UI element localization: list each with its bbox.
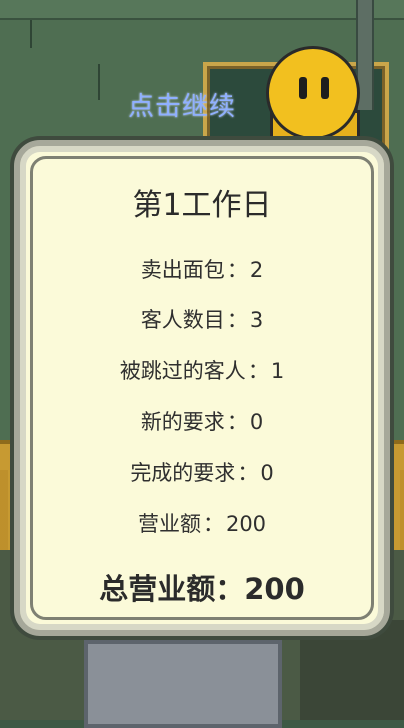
stat-separator: ： bbox=[226, 258, 248, 282]
total-value: 200 bbox=[244, 572, 305, 606]
wall-crack bbox=[30, 20, 32, 48]
right-eye-icon bbox=[321, 77, 329, 99]
stat-value: 1 bbox=[270, 359, 285, 383]
total-revenue: 总营业额：200 bbox=[20, 566, 384, 608]
day-title: 第1工作日 bbox=[132, 188, 272, 223]
stat-label: 客人数目 bbox=[140, 308, 225, 332]
stat-value: 0 bbox=[260, 461, 274, 485]
tap-to-continue-prompt[interactable]: 点击继续 bbox=[128, 86, 278, 122]
panel-border bbox=[30, 156, 374, 620]
total-separator: ： bbox=[215, 572, 245, 606]
stat-separator: ： bbox=[226, 410, 248, 434]
left-eye-icon bbox=[299, 77, 307, 99]
stat-separator: ： bbox=[202, 512, 224, 536]
stat-customer-count: 客人数目：3 bbox=[20, 304, 384, 334]
floor-mat bbox=[84, 640, 282, 728]
stat-separator: ： bbox=[237, 461, 259, 485]
customer-character bbox=[266, 46, 360, 140]
stat-label: 卖出面包 bbox=[140, 258, 225, 282]
stat-label: 完成的要求 bbox=[130, 461, 236, 485]
stat-new-requests: 新的要求：0 bbox=[20, 406, 384, 436]
stat-completed-requests: 完成的要求：0 bbox=[20, 457, 384, 487]
stat-skipped-customers: 被跳过的客人：1 bbox=[20, 355, 384, 385]
wall-trim bbox=[0, 0, 404, 20]
stat-separator: ： bbox=[226, 308, 248, 332]
day-summary-panel[interactable]: 第1工作日 卖出面包：2 客人数目：3 被跳过的客人：1 新的要求：0 完成的要… bbox=[14, 140, 390, 636]
total-label: 总营业额 bbox=[99, 572, 216, 606]
stat-value: 0 bbox=[249, 410, 264, 434]
stat-value: 3 bbox=[249, 308, 264, 332]
stat-value: 200 bbox=[225, 512, 267, 536]
stat-label: 新的要求 bbox=[140, 410, 225, 434]
stat-breads-sold: 卖出面包：2 bbox=[20, 254, 384, 284]
stat-value: 2 bbox=[249, 258, 264, 282]
stat-label: 被跳过的客人 bbox=[119, 359, 246, 383]
stat-revenue: 营业额：200 bbox=[20, 508, 384, 538]
stat-label: 营业额 bbox=[137, 512, 201, 536]
stat-separator: ： bbox=[247, 359, 269, 383]
wall-crack bbox=[98, 64, 100, 100]
